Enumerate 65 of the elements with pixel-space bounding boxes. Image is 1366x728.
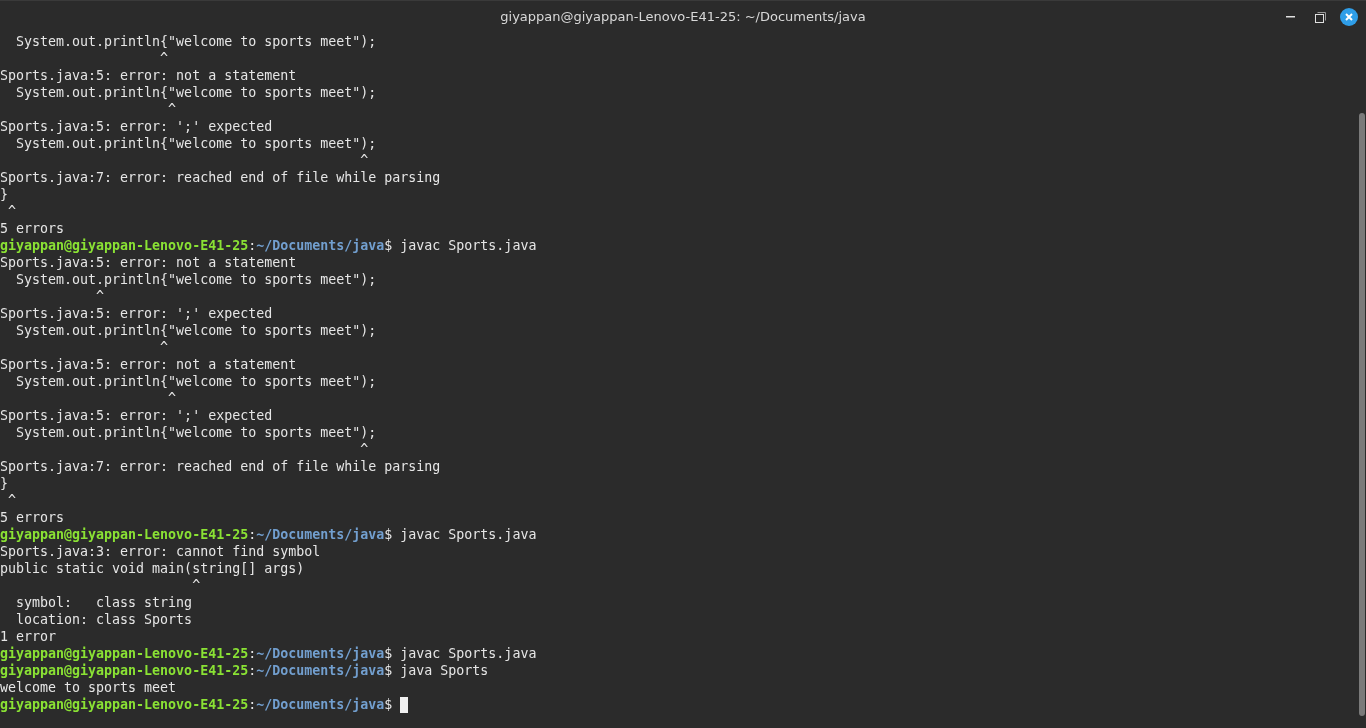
output-line: ^	[359, 441, 369, 458]
prompt-symbol: $	[384, 696, 393, 713]
output-line: System.out.println{"welcome to sports meet");	[15, 322, 377, 339]
output-line: ^	[159, 50, 169, 67]
close-icon	[1345, 13, 1353, 21]
prompt-user: giyappan@giyappan-Lenovo-E41-25	[0, 237, 249, 254]
command-text: java Sports	[399, 662, 489, 679]
output-line: Sports.java:5: error: not a statement	[0, 356, 297, 373]
prompt-symbol: $	[384, 237, 393, 254]
output-line: System.out.println{"welcome to sports meet");	[15, 33, 377, 50]
output-line: System.out.println{"welcome to sports meet");	[15, 424, 377, 441]
output-line: 5 errors	[0, 220, 65, 237]
output-line: Sports.java:7: error: reached end of file while parsing	[0, 169, 441, 186]
output-line: Sports.java:5: error: ';' expected	[0, 305, 273, 322]
minimize-icon	[1285, 16, 1295, 18]
window-title: giyappan@giyappan-Lenovo-E41-25: ~/Documents/java	[500, 8, 866, 27]
maximize-icon	[1314, 11, 1326, 23]
prompt-path: ~/Documents/java	[256, 662, 385, 679]
prompt-path: ~/Documents/java	[256, 696, 385, 713]
prompt-user: giyappan@giyappan-Lenovo-E41-25	[0, 696, 249, 713]
output-line: ^	[7, 492, 16, 509]
prompt-separator: :	[248, 645, 257, 662]
output-line: ^	[159, 339, 169, 356]
output-line: System.out.println{"welcome to sports meet");	[15, 135, 377, 152]
output-line: welcome to sports meet	[0, 679, 177, 696]
output-line: public static void main(string[] args)	[0, 560, 305, 577]
prompt-path: ~/Documents/java	[256, 645, 385, 662]
output-line: }	[0, 475, 8, 492]
output-line: System.out.println{"welcome to sports meet");	[15, 271, 377, 288]
output-line: Sports.java:5: error: ';' expected	[0, 118, 273, 135]
output-line: Sports.java:5: error: not a statement	[0, 67, 297, 84]
prompt-user: giyappan@giyappan-Lenovo-E41-25	[0, 645, 249, 662]
output-line: ^	[167, 101, 177, 118]
output-line: 5 errors	[0, 509, 65, 526]
output-line: System.out.println{"welcome to sports meet");	[15, 373, 377, 390]
prompt-user: giyappan@giyappan-Lenovo-E41-25	[0, 662, 249, 679]
command-text: javac Sports.java	[399, 237, 537, 254]
output-line: ^	[95, 288, 105, 305]
prompt-symbol: $	[384, 645, 393, 662]
prompt-separator: :	[248, 526, 257, 543]
output-line: System.out.println{"welcome to sports meet");	[15, 84, 377, 101]
output-line: Sports.java:7: error: reached end of file while parsing	[0, 458, 441, 475]
prompt-user: giyappan@giyappan-Lenovo-E41-25	[0, 526, 249, 543]
prompt-separator: :	[248, 696, 257, 713]
prompt-separator: :	[248, 237, 257, 254]
command-text: javac Sports.java	[399, 526, 537, 543]
prompt-separator: :	[248, 662, 257, 679]
output-line: symbol: class string	[15, 594, 193, 611]
prompt-path: ~/Documents/java	[256, 526, 385, 543]
output-line: location: class Sports	[15, 611, 193, 628]
prompt-symbol: $	[384, 662, 393, 679]
output-line: ^	[7, 203, 16, 220]
prompt-symbol: $	[384, 526, 393, 543]
output-line: Sports.java:3: error: cannot find symbol	[0, 543, 321, 560]
scrollbar-thumb[interactable]	[1359, 113, 1365, 716]
output-line: Sports.java:5: error: ';' expected	[0, 407, 273, 424]
output-line: ^	[359, 152, 369, 169]
output-line: ^	[167, 390, 177, 407]
output-line: Sports.java:5: error: not a statement	[0, 254, 297, 271]
close-button[interactable]	[1340, 8, 1358, 26]
command-text: javac Sports.java	[399, 645, 537, 662]
output-line: 1 error	[0, 628, 57, 645]
output-line: }	[0, 186, 8, 203]
prompt-path: ~/Documents/java	[256, 237, 385, 254]
output-line: ^	[191, 577, 201, 594]
